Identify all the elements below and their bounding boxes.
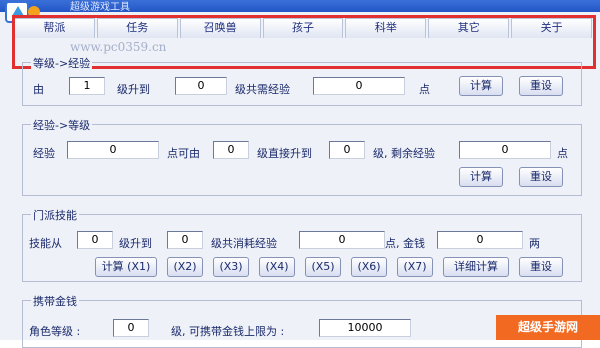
skill-upgrade-label: 级升到 bbox=[119, 237, 152, 250]
calc-x2-button[interactable]: (X2) bbox=[167, 257, 203, 277]
exp-input[interactable]: 0 bbox=[67, 141, 159, 159]
needed-label: 级共需经验 bbox=[235, 83, 290, 96]
from-label: 由 bbox=[33, 83, 44, 96]
group-title: 门派技能 bbox=[31, 207, 79, 223]
reset-button[interactable]: 重设 bbox=[519, 76, 563, 96]
site-logo: 超级手游网 bbox=[496, 315, 600, 340]
money-limit-label: 级, 可携带金钱上限为 : bbox=[171, 325, 285, 338]
skill-from-input[interactable]: 0 bbox=[77, 231, 113, 249]
remain-label: 级, 剩余经验 bbox=[373, 147, 435, 160]
calc-x7-button[interactable]: (X7) bbox=[397, 257, 433, 277]
skill-cost-label: 级共消耗经验 bbox=[211, 237, 277, 250]
detail-calc-button[interactable]: 详细计算 bbox=[443, 257, 509, 277]
money-unit-label: 两 bbox=[529, 237, 540, 250]
group-title: 携带金钱 bbox=[31, 293, 79, 309]
calc-x4-button[interactable]: (X4) bbox=[259, 257, 295, 277]
level-to-exp-group: 等级->经验 由 1 级升到 0 级共需经验 0 点 计算 重设 bbox=[22, 55, 582, 106]
from-label: 点可由 bbox=[167, 147, 200, 160]
highlight-box bbox=[12, 15, 596, 69]
reset-button[interactable]: 重设 bbox=[519, 167, 563, 187]
exp-to-level-group: 经验->等级 经验 0 点可由 0 级直接升到 0 级, 剩余经验 0 点 计算… bbox=[22, 117, 582, 196]
group-title: 经验->等级 bbox=[31, 117, 93, 133]
calc-x3-button[interactable]: (X3) bbox=[213, 257, 249, 277]
reset-button[interactable]: 重设 bbox=[519, 257, 563, 277]
exp-label: 经验 bbox=[33, 147, 55, 160]
upgrade-label: 级升到 bbox=[117, 83, 150, 96]
skill-group: 门派技能 技能从 0 级升到 0 级共消耗经验 0 点, 金钱 0 两 计算 (… bbox=[22, 207, 582, 282]
title-bar: 超级游戏工具 bbox=[0, 0, 600, 13]
from-level-input[interactable]: 0 bbox=[213, 141, 249, 159]
group-title: 等级->经验 bbox=[31, 55, 93, 71]
calc-x6-button[interactable]: (X6) bbox=[351, 257, 387, 277]
skill-money-input[interactable]: 0 bbox=[437, 231, 523, 249]
calc-x1-button[interactable]: 计算 (X1) bbox=[95, 257, 157, 277]
calc-button[interactable]: 计算 bbox=[459, 76, 503, 96]
calc-x5-button[interactable]: (X5) bbox=[305, 257, 341, 277]
app-window: 超级游戏工具 帮派 任务 召唤兽 孩子 科举 其它 关于 www.pc0359.… bbox=[0, 0, 600, 348]
calc-button[interactable]: 计算 bbox=[459, 167, 503, 187]
money-label: 点, 金钱 bbox=[385, 237, 425, 250]
skill-from-label: 技能从 bbox=[29, 237, 62, 250]
direct-label: 级直接升到 bbox=[257, 147, 312, 160]
unit-label: 点 bbox=[557, 147, 568, 160]
remain-exp-input[interactable]: 0 bbox=[459, 141, 551, 159]
role-level-label: 角色等级 : bbox=[29, 325, 81, 338]
to-level-input[interactable]: 0 bbox=[175, 77, 227, 95]
skill-cost-input[interactable]: 0 bbox=[299, 231, 385, 249]
from-level-input[interactable]: 1 bbox=[69, 77, 105, 95]
window-title: 超级游戏工具 bbox=[70, 2, 130, 13]
skill-to-input[interactable]: 0 bbox=[167, 231, 203, 249]
needed-exp-input[interactable]: 0 bbox=[313, 77, 405, 95]
role-level-input[interactable]: 0 bbox=[113, 319, 149, 337]
unit-label: 点 bbox=[419, 83, 430, 96]
to-level-input[interactable]: 0 bbox=[329, 141, 365, 159]
money-limit-input[interactable]: 10000 bbox=[319, 319, 411, 337]
